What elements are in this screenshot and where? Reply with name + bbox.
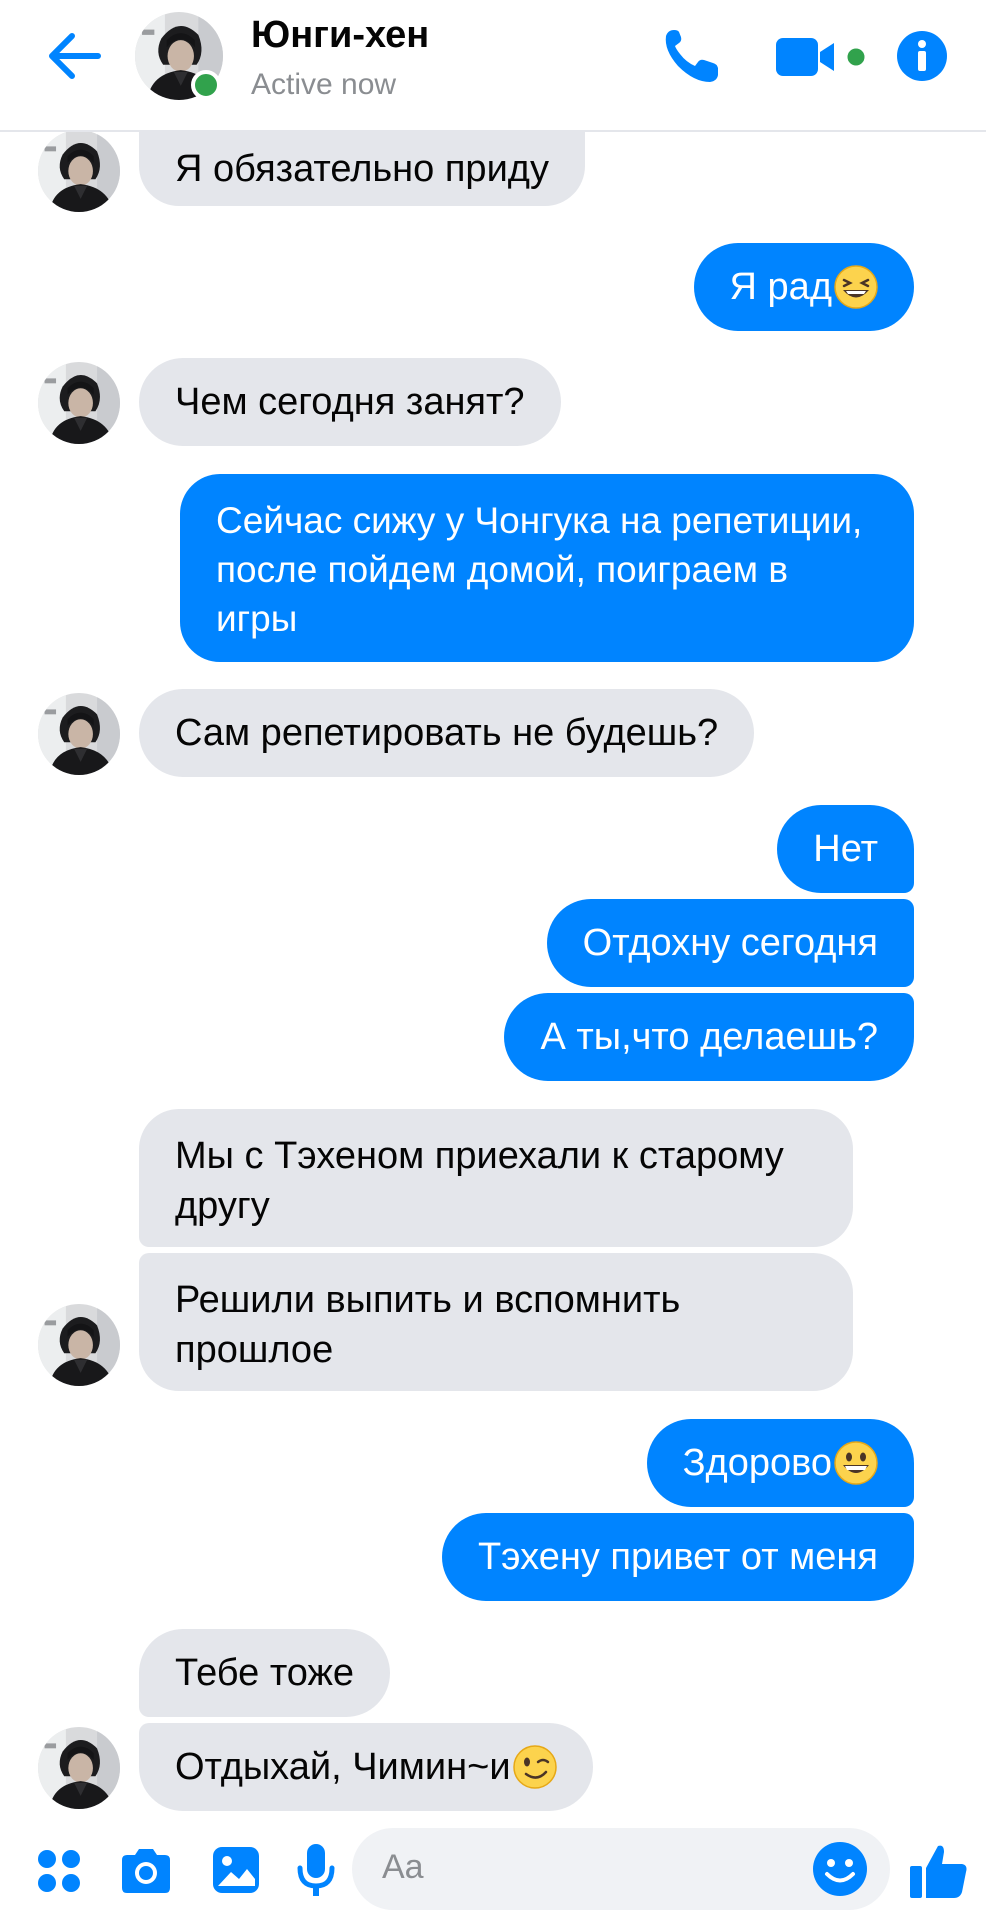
phone-icon[interactable] [660, 26, 722, 88]
outgoing-message[interactable]: Тэхену привет от меня [441, 1513, 914, 1601]
message-text: Отдохну сегодня [582, 922, 878, 964]
incoming-message[interactable]: Чем сегодня занят? [139, 358, 561, 446]
back-arrow-icon[interactable] [44, 30, 104, 82]
contact-avatar-small[interactable] [38, 362, 120, 444]
outgoing-message[interactable]: Отдохну сегодня [546, 899, 914, 987]
message-text: Здорово [682, 1442, 832, 1484]
message-text: Сейчас сижу у Чонгука на репетиции, посл… [216, 500, 863, 639]
outgoing-message[interactable]: Здорово [646, 1419, 914, 1507]
contact-avatar-small[interactable] [38, 130, 120, 212]
incoming-message[interactable]: Сам репетировать не будешь? [139, 689, 755, 777]
outgoing-message[interactable]: Сейчас сижу у Чонгука на репетиции, посл… [180, 474, 914, 662]
grinning-squint-emoji-icon [834, 265, 878, 309]
winking-emoji-icon [512, 1745, 557, 1789]
message-text: Отдыхай, Чимин~и [175, 1746, 511, 1788]
message-text: Я рад [729, 266, 832, 308]
chat-header: Юнги-хен Active now [0, 0, 986, 132]
message-text: А ты,что делаешь? [540, 1016, 878, 1058]
incoming-message[interactable]: Решили выпить и вспомнить прошлое [139, 1253, 853, 1391]
message-text: Чем сегодня занят? [175, 381, 525, 423]
outgoing-message[interactable]: Я рад [693, 243, 914, 331]
contact-avatar-small[interactable] [38, 1304, 120, 1386]
outgoing-message[interactable]: Нет [777, 805, 914, 893]
incoming-message[interactable]: Тебе тоже [139, 1629, 391, 1717]
video-camera-icon[interactable] [774, 32, 870, 82]
message-text: Решили выпить и вспомнить прошлое [175, 1279, 681, 1371]
message-list[interactable]: Я обязательно приду Я рад Чем сегодня за… [0, 90, 986, 1824]
grinning-emoji-icon [834, 1441, 878, 1485]
message-text: Нет [813, 828, 878, 870]
online-status-dot [191, 70, 221, 100]
message-text: Я обязательно приду [175, 148, 549, 190]
incoming-message[interactable]: Мы с Тэхеном приехали к старому другу [139, 1109, 853, 1247]
info-icon[interactable] [896, 30, 948, 82]
incoming-message[interactable]: Отдыхай, Чимин~и [139, 1723, 593, 1811]
contact-avatar-small[interactable] [38, 693, 120, 775]
contact-avatar-small[interactable] [38, 1727, 120, 1809]
camera-icon[interactable] [118, 1846, 174, 1896]
emoji-icon[interactable] [812, 1841, 868, 1897]
message-text: Тэхену привет от меня [477, 1536, 878, 1578]
outgoing-message[interactable]: А ты,что делаешь? [504, 993, 914, 1081]
message-composer: Aa [0, 1824, 986, 1920]
apps-icon[interactable] [36, 1848, 82, 1894]
active-status: Active now [251, 68, 397, 101]
message-text: Сам репетировать не будешь? [175, 712, 719, 754]
message-input[interactable]: Aa [352, 1828, 890, 1910]
thumbs-up-icon[interactable] [908, 1840, 970, 1902]
microphone-icon[interactable] [296, 1842, 336, 1900]
message-text: Мы с Тэхеном приехали к старому другу [175, 1135, 784, 1227]
message-text: Тебе тоже [175, 1652, 355, 1694]
gallery-icon[interactable] [210, 1844, 262, 1896]
message-input-placeholder: Aa [382, 1848, 424, 1886]
contact-name[interactable]: Юнги-хен [251, 14, 429, 57]
